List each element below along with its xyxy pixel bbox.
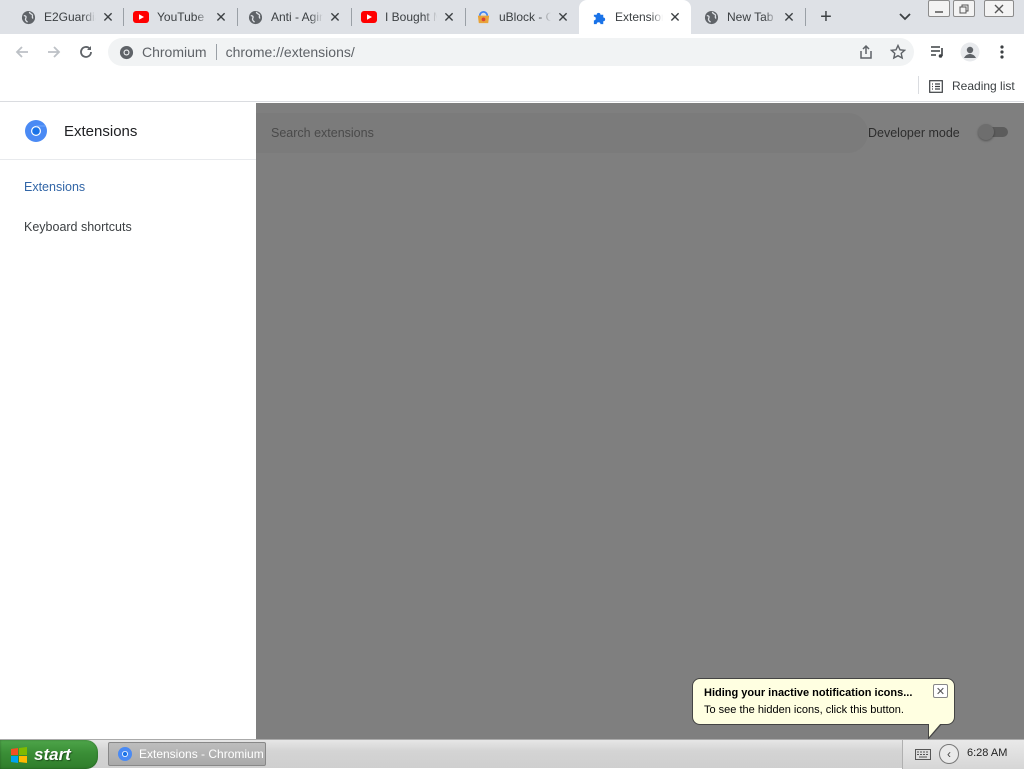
tab-youtube[interactable]: YouTube ✕ bbox=[113, 0, 237, 34]
tab-separator bbox=[805, 8, 806, 26]
taskbar: start Extensions - Chromium ‹ 6:28 AM bbox=[0, 739, 1024, 769]
new-tab-button[interactable]: + bbox=[814, 5, 838, 29]
minimize-button[interactable] bbox=[928, 0, 950, 17]
close-tab-icon[interactable]: ✕ bbox=[555, 9, 571, 25]
avatar-icon bbox=[960, 42, 980, 62]
windows-flag-icon bbox=[11, 746, 27, 763]
reading-list-button[interactable]: Reading list bbox=[928, 76, 1015, 96]
show-hidden-icons-chevron-icon[interactable]: ‹ bbox=[939, 744, 959, 764]
tab-title: Extensions bbox=[615, 10, 663, 24]
system-tray: ‹ 6:28 AM bbox=[902, 740, 1024, 769]
browser-toolbar: Chromium chrome://extensions/ bbox=[0, 34, 1024, 70]
extensions-sidebar: Extensions Extensions Keyboard shortcuts bbox=[0, 103, 256, 739]
reload-icon bbox=[80, 46, 92, 58]
search-extensions-input[interactable]: Search extensions bbox=[256, 113, 868, 153]
page-title: Extensions bbox=[64, 122, 138, 140]
kebab-menu-icon bbox=[1000, 45, 1004, 59]
chromium-icon bbox=[118, 44, 134, 60]
extensions-main-area: Search extensions Developer mode bbox=[256, 103, 1024, 739]
tab-anti-aging[interactable]: Anti - Aging ✕ bbox=[227, 0, 351, 34]
taskbar-item-chromium[interactable]: Extensions - Chromium bbox=[108, 742, 266, 766]
notification-balloon[interactable]: Hiding your inactive notification icons.… bbox=[692, 678, 955, 725]
tab-title: Anti - Aging bbox=[271, 10, 323, 24]
url-text[interactable]: chrome://extensions/ bbox=[226, 44, 355, 60]
bookmarks-divider bbox=[918, 76, 919, 94]
tab-ublock[interactable]: uBlock - Chrome ✕ bbox=[455, 0, 579, 34]
site-origin-label: Chromium bbox=[142, 44, 207, 60]
youtube-icon bbox=[361, 9, 377, 25]
balloon-close-button[interactable]: ✕ bbox=[933, 684, 948, 698]
media-queue-icon bbox=[931, 46, 943, 58]
close-tab-icon[interactable]: ✕ bbox=[667, 9, 683, 25]
tab-title: YouTube bbox=[157, 10, 205, 24]
balloon-title: Hiding your inactive notification icons.… bbox=[704, 687, 913, 699]
profile-button[interactable] bbox=[956, 38, 984, 66]
reading-list-label: Reading list bbox=[952, 79, 1015, 93]
tab-title: New Tab bbox=[727, 10, 774, 24]
reload-button[interactable] bbox=[72, 38, 100, 66]
tab-e2guardian[interactable]: E2Guardian ✕ bbox=[0, 0, 124, 34]
menu-button[interactable] bbox=[988, 38, 1016, 66]
back-arrow-icon bbox=[15, 46, 28, 58]
keyboard-icon[interactable] bbox=[915, 747, 931, 761]
tab-title: I Bought My bbox=[385, 10, 437, 24]
tab-i-bought[interactable]: I Bought My ✕ bbox=[341, 0, 465, 34]
media-controls-button[interactable] bbox=[924, 38, 952, 66]
balloon-body: To see the hidden icons, click this butt… bbox=[704, 704, 904, 716]
chromium-icon bbox=[118, 747, 132, 761]
start-button[interactable]: start bbox=[0, 740, 98, 769]
globe-icon bbox=[247, 9, 263, 25]
globe-icon bbox=[20, 9, 36, 25]
reading-list-icon bbox=[928, 78, 944, 94]
forward-button[interactable] bbox=[40, 38, 68, 66]
web-store-icon bbox=[475, 9, 491, 25]
chromium-logo-icon bbox=[25, 120, 47, 142]
balloon-tail-fill bbox=[929, 723, 941, 737]
sidebar-item-keyboard-shortcuts[interactable]: Keyboard shortcuts bbox=[24, 220, 132, 234]
omnibox-divider bbox=[215, 44, 217, 60]
address-bar[interactable]: Chromium chrome://extensions/ bbox=[108, 38, 914, 66]
tab-search-chevron-icon[interactable] bbox=[896, 8, 914, 26]
share-icon bbox=[860, 44, 872, 59]
start-label: start bbox=[34, 744, 71, 764]
bookmarks-bar: Reading list bbox=[0, 70, 1024, 102]
taskbar-item-label: Extensions - Chromium bbox=[139, 747, 264, 761]
back-button[interactable] bbox=[8, 38, 36, 66]
close-window-button[interactable] bbox=[984, 0, 1014, 17]
sidebar-header: Extensions bbox=[0, 103, 256, 160]
tab-title: E2Guardian bbox=[44, 10, 96, 24]
developer-mode-toggle[interactable] bbox=[978, 124, 1010, 140]
youtube-icon bbox=[133, 9, 149, 25]
globe-icon bbox=[703, 9, 719, 25]
clock: 6:28 AM bbox=[967, 747, 1008, 759]
forward-arrow-icon bbox=[48, 46, 61, 58]
restore-button[interactable] bbox=[953, 0, 975, 17]
star-icon bbox=[890, 44, 906, 60]
toggle-knob bbox=[978, 124, 994, 140]
tab-extensions[interactable]: Extensions ✕ bbox=[579, 0, 691, 34]
sidebar-item-extensions[interactable]: Extensions bbox=[24, 180, 85, 194]
share-button[interactable] bbox=[852, 38, 880, 66]
bookmark-star-button[interactable] bbox=[884, 38, 912, 66]
tab-strip: E2Guardian ✕ YouTube ✕ Anti - Aging ✕ I … bbox=[0, 0, 1024, 34]
close-tab-icon[interactable]: ✕ bbox=[781, 9, 797, 25]
developer-mode-label: Developer mode bbox=[868, 126, 960, 140]
tab-title: uBlock - Chrome bbox=[499, 10, 551, 24]
puzzle-icon bbox=[591, 9, 607, 25]
tab-new-tab[interactable]: New Tab ✕ bbox=[683, 0, 805, 34]
